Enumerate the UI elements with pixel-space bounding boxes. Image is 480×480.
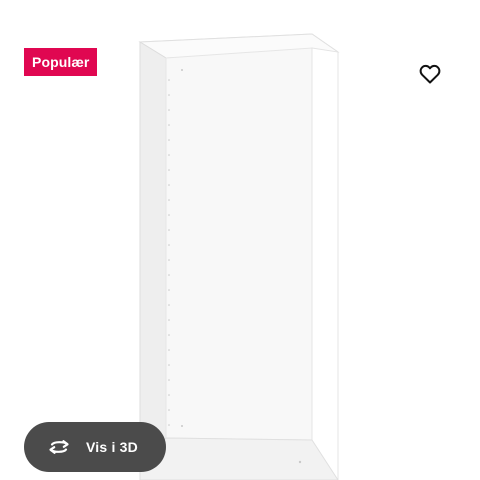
product-card: Populær Vis i 3D bbox=[0, 0, 480, 480]
heart-outline-icon bbox=[419, 64, 441, 84]
favourite-button[interactable] bbox=[412, 56, 448, 92]
view-3d-label: Vis i 3D bbox=[86, 439, 138, 455]
popular-badge: Populær bbox=[24, 48, 98, 76]
view-3d-button[interactable]: Vis i 3D bbox=[24, 422, 166, 472]
rotate-arrows-icon bbox=[46, 437, 72, 457]
